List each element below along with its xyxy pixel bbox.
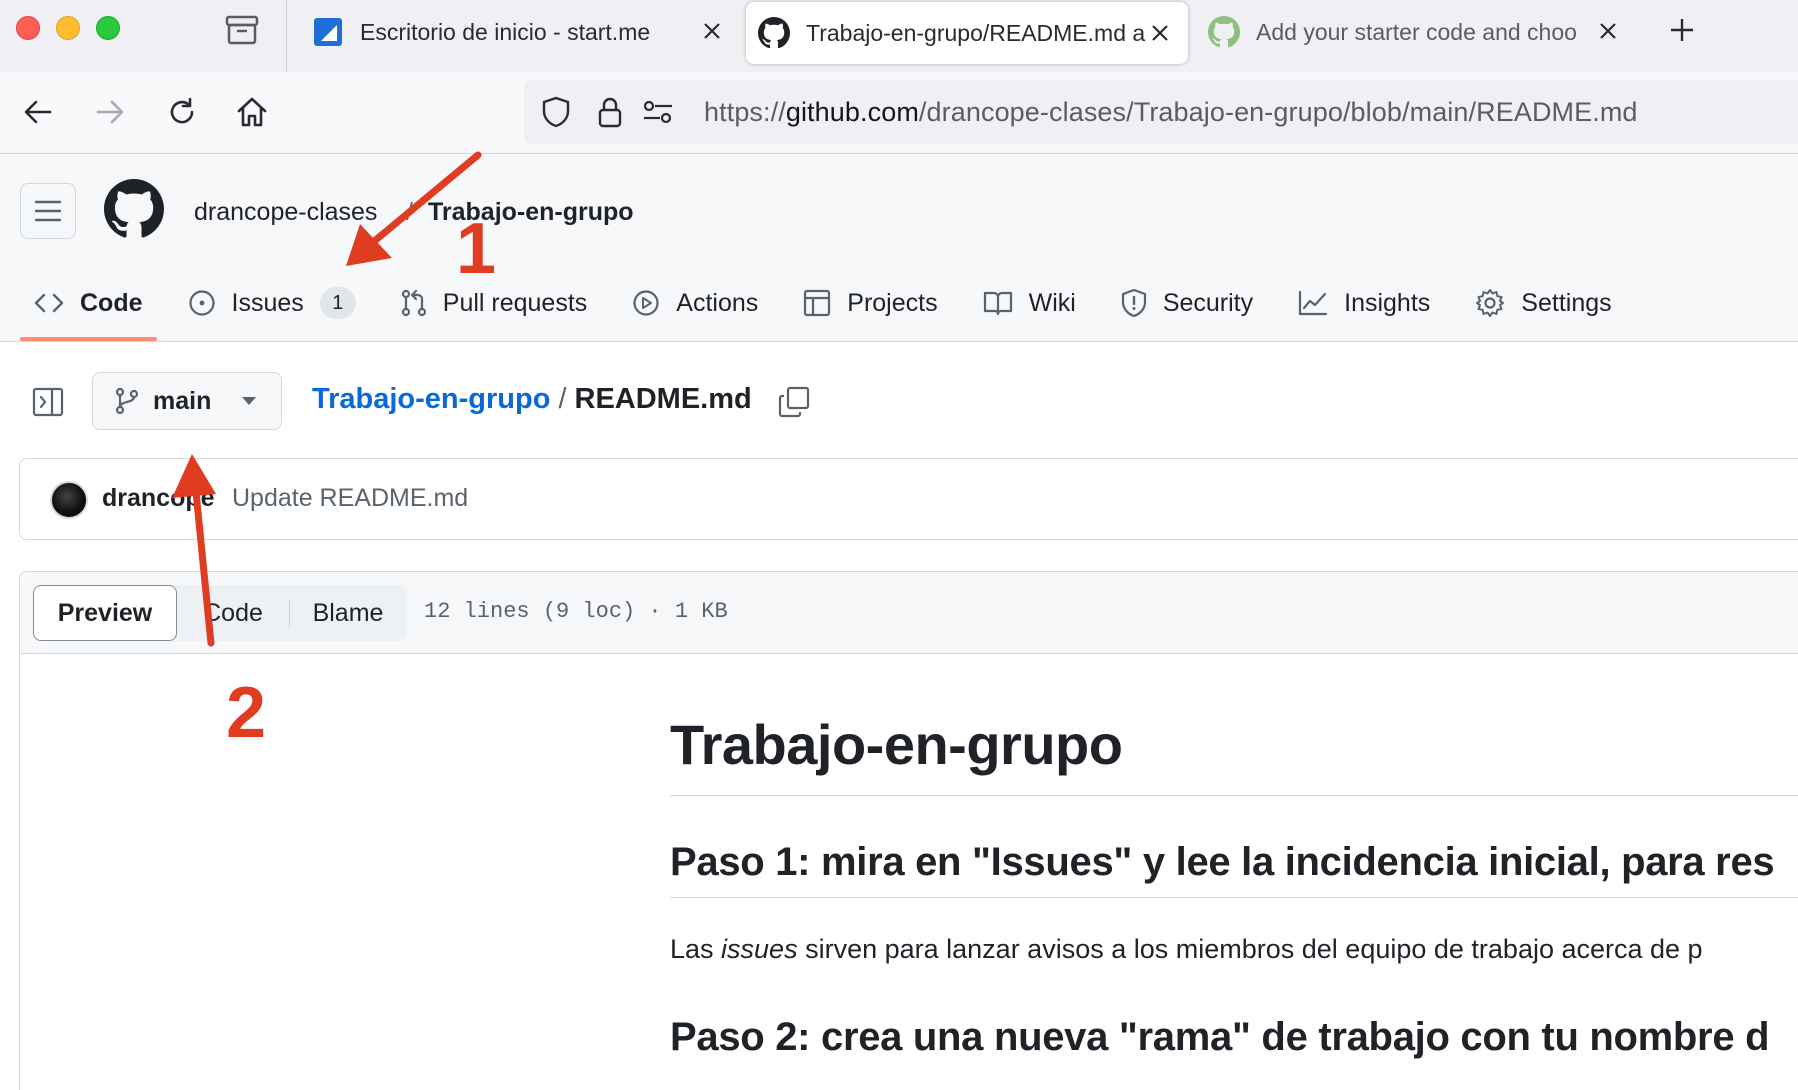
tab-security-label: Security xyxy=(1162,288,1254,317)
tab-title: Trabajo-en-grupo/README.md a xyxy=(806,19,1146,46)
tab-projects-label: Projects xyxy=(847,288,938,317)
close-tab-icon[interactable] xyxy=(1594,17,1622,45)
tab-title: Escritorio de inicio - start.me xyxy=(360,18,651,45)
blame-button[interactable]: Blame xyxy=(290,585,406,641)
chevron-down-icon xyxy=(242,397,257,405)
tab-issues-label: Issues xyxy=(231,288,304,317)
site-permissions-icon[interactable] xyxy=(640,94,676,130)
tab-code-label: Code xyxy=(80,288,143,317)
breadcrumb-separator: / xyxy=(406,198,413,226)
file-info: 12 lines (9 loc) · 1 KB xyxy=(424,599,728,624)
git-pull-request-icon xyxy=(401,289,426,317)
tracking-protection-shield-icon[interactable] xyxy=(538,94,574,130)
global-menu-button[interactable] xyxy=(20,183,76,239)
file-breadcrumb: Trabajo-en-grupo / README.md xyxy=(312,383,752,416)
code-icon xyxy=(34,293,64,313)
paragraph-text-start: Las xyxy=(670,934,722,964)
tab-code[interactable]: Code xyxy=(20,265,157,341)
tab-wiki-label: Wiki xyxy=(1028,288,1076,317)
issues-count-badge: 1 xyxy=(319,287,356,319)
sidebar-expand-icon[interactable] xyxy=(28,382,68,422)
view-mode-toggle: Preview Code Blame xyxy=(33,585,407,641)
home-icon[interactable] xyxy=(232,92,272,132)
file-breadcrumb-separator: / xyxy=(558,383,567,415)
reload-icon[interactable] xyxy=(162,92,202,132)
tab-issues[interactable]: Issues 1 xyxy=(174,265,370,341)
browser-tab-bar: Escritorio de inicio - start.me Trabajo-… xyxy=(0,0,1798,72)
github-favicon-icon xyxy=(1208,16,1240,48)
readme-step-2-heading: Paso 2: crea una nueva "rama" de trabajo… xyxy=(670,1015,1770,1059)
readme-title: Trabajo-en-grupo xyxy=(670,712,1798,796)
lock-icon[interactable] xyxy=(592,94,628,130)
avatar[interactable] xyxy=(50,481,88,519)
close-tab-icon[interactable] xyxy=(698,17,726,45)
preview-button[interactable]: Preview xyxy=(33,585,177,641)
branch-selector-button[interactable]: main xyxy=(92,372,282,430)
address-bar[interactable]: https://github.com/drancope-clases/Traba… xyxy=(524,80,1798,144)
browser-toolbar: https://github.com/drancope-clases/Traba… xyxy=(0,72,1798,154)
issue-opened-icon xyxy=(188,290,215,316)
tab-wiki[interactable]: Wiki xyxy=(969,265,1090,341)
tab-settings-label: Settings xyxy=(1521,288,1612,317)
github-repo-header: drancope-clases / Trabajo-en-grupo Code … xyxy=(0,155,1798,342)
git-branch-icon xyxy=(115,387,139,415)
copy-path-icon[interactable] xyxy=(774,382,814,422)
readme-step-1-heading: Paso 1: mira en "Issues" y lee la incide… xyxy=(670,840,1798,898)
tab-insights-label: Insights xyxy=(1344,288,1431,317)
tab-title: Add your starter code and choo xyxy=(1256,18,1577,45)
startme-favicon-icon xyxy=(312,16,344,48)
repo-nav: Code Issues 1 Pull requests Actions Proj… xyxy=(20,265,1643,341)
browser-tab-readme[interactable]: Trabajo-en-grupo/README.md a xyxy=(746,2,1188,64)
book-icon xyxy=(983,291,1012,316)
paragraph-emphasis: issues xyxy=(721,934,798,964)
browser-tab-startme[interactable]: Escritorio de inicio - start.me xyxy=(300,0,740,64)
file-name: README.md xyxy=(574,383,752,415)
window-zoom-button[interactable] xyxy=(96,16,120,40)
commit-author-link[interactable]: drancope xyxy=(102,484,215,513)
play-icon xyxy=(633,290,659,316)
window-close-button[interactable] xyxy=(16,16,40,40)
url-path: /drancope-clases/Trabajo-en-grupo/blob/m… xyxy=(918,97,1638,127)
readme-content: Trabajo-en-grupo Paso 1: mira en "Issues… xyxy=(670,712,1798,1060)
file-viewer-header: Preview Code Blame 12 lines (9 loc) · 1 … xyxy=(20,572,1798,654)
new-tab-button[interactable] xyxy=(1664,12,1700,48)
back-icon[interactable] xyxy=(18,92,58,132)
paragraph-text-end: sirven para lanzar avisos a los miembros… xyxy=(797,934,1703,964)
shield-icon xyxy=(1121,288,1146,318)
repo-owner-link[interactable]: drancope-clases xyxy=(194,198,377,227)
tab-pull-requests-label: Pull requests xyxy=(442,288,588,317)
window-minimize-button[interactable] xyxy=(56,16,80,40)
tab-security[interactable]: Security xyxy=(1107,265,1267,341)
browser-tab-starter-code[interactable]: Add your starter code and choo xyxy=(1196,0,1636,64)
github-logo-icon[interactable] xyxy=(104,179,164,239)
tab-insights[interactable]: Insights xyxy=(1284,265,1444,341)
url-text[interactable]: https://github.com/drancope-clases/Traba… xyxy=(704,97,1638,128)
tab-actions-label: Actions xyxy=(676,288,759,317)
gear-icon xyxy=(1476,289,1505,317)
url-host: github.com xyxy=(785,97,919,127)
tab-separator xyxy=(286,0,287,72)
annotation-label-1: 1 xyxy=(456,209,497,289)
file-breadcrumb-repo-link[interactable]: Trabajo-en-grupo xyxy=(312,383,550,415)
hamburger-icon xyxy=(35,200,61,222)
github-favicon-icon xyxy=(758,17,790,49)
graph-icon xyxy=(1299,290,1328,316)
commit-message-link[interactable]: Update README.md xyxy=(232,484,468,513)
branch-name: main xyxy=(153,386,212,415)
table-icon xyxy=(804,289,831,317)
annotation-label-2: 2 xyxy=(226,673,267,753)
tab-settings[interactable]: Settings xyxy=(1461,265,1625,341)
code-button[interactable]: Code xyxy=(177,585,289,641)
close-tab-icon[interactable] xyxy=(1146,19,1174,47)
file-viewer: Preview Code Blame 12 lines (9 loc) · 1 … xyxy=(19,571,1798,1090)
url-scheme: https:// xyxy=(704,97,786,127)
tab-actions[interactable]: Actions xyxy=(618,265,772,341)
tab-overview-icon[interactable] xyxy=(220,12,264,48)
latest-commit-box: drancope Update README.md xyxy=(19,458,1798,540)
tab-projects[interactable]: Projects xyxy=(789,265,951,341)
forward-icon[interactable] xyxy=(90,92,130,132)
readme-paragraph: Las issues sirven para lanzar avisos a l… xyxy=(670,934,1798,965)
